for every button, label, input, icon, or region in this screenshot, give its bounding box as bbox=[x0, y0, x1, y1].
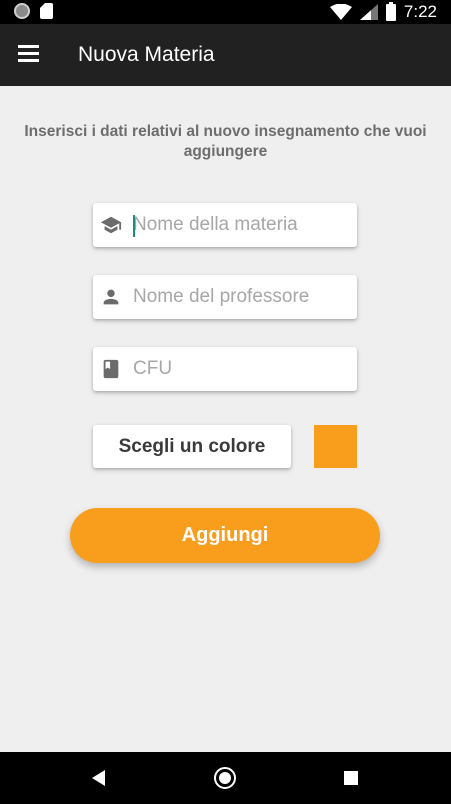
professor-name-input[interactable] bbox=[133, 275, 347, 319]
person-icon bbox=[103, 289, 119, 305]
book-icon bbox=[103, 359, 119, 379]
status-bar: 7:22 bbox=[0, 0, 451, 24]
battery-icon bbox=[385, 1, 396, 21]
back-icon[interactable] bbox=[92, 770, 105, 786]
subject-name-input[interactable] bbox=[133, 203, 347, 247]
sd-card-icon bbox=[40, 3, 53, 19]
status-left-icons bbox=[14, 3, 53, 19]
intro-text: Inserisci i dati relativi al nuovo inseg… bbox=[24, 123, 427, 160]
wifi-icon bbox=[329, 4, 352, 20]
menu-line bbox=[18, 52, 39, 55]
professor-name-field[interactable] bbox=[93, 275, 357, 319]
navigation-bar bbox=[0, 752, 451, 804]
cfu-field[interactable] bbox=[93, 347, 357, 391]
notification-circle-icon bbox=[14, 3, 30, 19]
home-icon[interactable] bbox=[214, 767, 236, 789]
signal-icon bbox=[359, 4, 378, 20]
page-title: Nuova Materia bbox=[78, 43, 215, 66]
status-time: 7:22 bbox=[403, 2, 437, 21]
graduation-cap-icon bbox=[100, 216, 122, 234]
color-preview-swatch[interactable] bbox=[314, 425, 357, 468]
hamburger-menu-icon[interactable] bbox=[14, 40, 44, 70]
toolbar: Nuova Materia bbox=[0, 24, 451, 86]
recents-icon[interactable] bbox=[344, 771, 358, 785]
add-button[interactable]: Aggiungi bbox=[70, 508, 380, 563]
menu-line bbox=[18, 45, 39, 48]
status-right-icons: 7:22 bbox=[329, 1, 437, 22]
screen: 7:22 Nuova Materia Inserisci i dati rela… bbox=[0, 0, 451, 804]
text-cursor bbox=[133, 215, 135, 237]
menu-line bbox=[18, 59, 39, 62]
choose-color-button[interactable]: Scegli un colore bbox=[93, 425, 291, 468]
cfu-input[interactable] bbox=[133, 347, 347, 391]
